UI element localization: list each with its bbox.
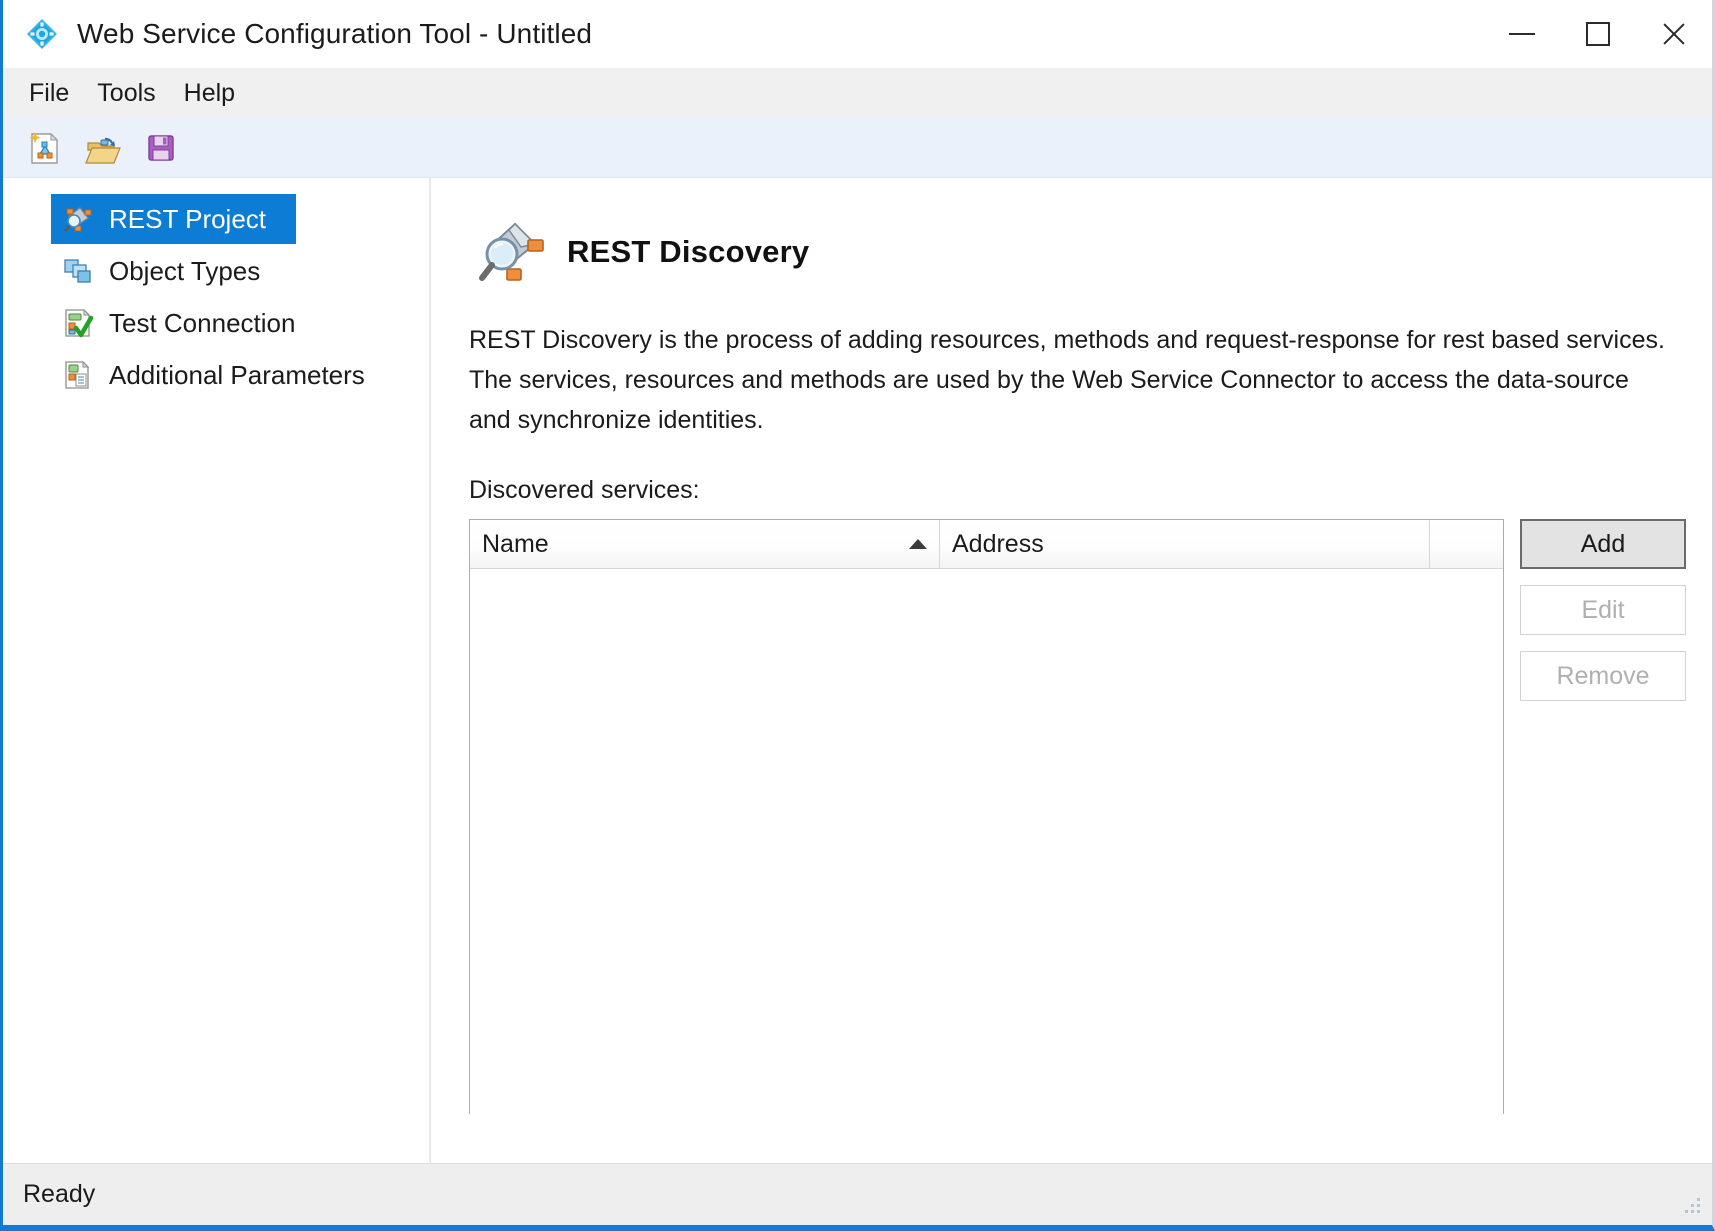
maximize-button[interactable] bbox=[1560, 0, 1636, 68]
sidebar-item-label: Object Types bbox=[109, 255, 261, 286]
sidebar-item-additional-parameters[interactable]: Additional Parameters bbox=[51, 350, 429, 400]
open-folder-icon bbox=[85, 137, 121, 164]
list-body-empty[interactable] bbox=[470, 569, 1503, 1114]
menu-item-file[interactable]: File bbox=[15, 75, 83, 112]
column-header-extra[interactable] bbox=[1430, 520, 1503, 568]
close-icon bbox=[1660, 20, 1688, 48]
page-description: REST Discovery is the process of adding … bbox=[469, 326, 1665, 434]
service-action-buttons: Add Edit Remove bbox=[1520, 519, 1686, 717]
sidebar-item-object-types[interactable]: Object Types bbox=[51, 246, 429, 296]
menu-item-help[interactable]: Help bbox=[170, 75, 249, 112]
remove-button[interactable]: Remove bbox=[1520, 651, 1686, 701]
sidebar-item-label: Test Connection bbox=[109, 307, 296, 338]
sidebar-item-rest-project[interactable]: REST Project bbox=[51, 194, 296, 244]
rest-project-icon bbox=[64, 207, 92, 232]
page-title: REST Discovery bbox=[567, 234, 810, 269]
save-button[interactable] bbox=[135, 124, 187, 172]
menu-bar: File Tools Help bbox=[3, 68, 1712, 118]
new-project-button[interactable] bbox=[19, 124, 71, 172]
sort-ascending-icon bbox=[909, 539, 927, 549]
window-controls bbox=[1484, 0, 1712, 68]
discovered-services-list[interactable]: Name Address bbox=[469, 519, 1504, 1114]
application-window: Web Service Configuration Tool - Untitle… bbox=[0, 0, 1715, 1231]
minimize-button[interactable] bbox=[1484, 0, 1560, 68]
main-body: REST Project Object Types Test Connectio… bbox=[3, 178, 1712, 1163]
sidebar-item-label: REST Project bbox=[109, 203, 267, 234]
additional-parameters-icon bbox=[65, 360, 90, 389]
title-bar: Web Service Configuration Tool - Untitle… bbox=[3, 0, 1712, 68]
rest-discovery-icon bbox=[479, 222, 544, 281]
maximize-icon bbox=[1586, 22, 1610, 46]
save-floppy-icon bbox=[148, 134, 174, 161]
new-project-icon bbox=[29, 131, 59, 164]
column-header-name[interactable]: Name bbox=[470, 520, 940, 568]
page-header: REST Discovery bbox=[475, 214, 1668, 290]
minimize-icon bbox=[1509, 33, 1535, 35]
sidebar-item-test-connection[interactable]: Test Connection bbox=[51, 298, 429, 348]
open-folder-button[interactable] bbox=[77, 124, 129, 172]
test-connection-icon bbox=[65, 308, 94, 338]
column-header-address-label: Address bbox=[952, 529, 1044, 558]
sidebar-navigation: REST Project Object Types Test Connectio… bbox=[3, 178, 431, 1163]
content-pane: REST Discovery REST Discovery is the pro… bbox=[431, 178, 1712, 1163]
edit-button[interactable]: Edit bbox=[1520, 585, 1686, 635]
add-button[interactable]: Add bbox=[1520, 519, 1686, 569]
status-bar: Ready bbox=[3, 1163, 1712, 1225]
object-types-icon bbox=[64, 259, 91, 283]
toolbar bbox=[3, 118, 1712, 178]
sidebar-item-label: Additional Parameters bbox=[109, 359, 365, 390]
column-header-address[interactable]: Address bbox=[940, 520, 1430, 568]
window-title: Web Service Configuration Tool - Untitle… bbox=[77, 18, 593, 49]
menu-item-tools[interactable]: Tools bbox=[83, 75, 169, 112]
close-button[interactable] bbox=[1636, 0, 1712, 68]
diamond-app-icon bbox=[27, 19, 57, 49]
column-header-name-label: Name bbox=[482, 529, 549, 558]
discovered-services-label: Discovered services: bbox=[469, 476, 700, 504]
resize-grip-icon[interactable] bbox=[1678, 1193, 1704, 1219]
status-text: Ready bbox=[23, 1180, 96, 1208]
services-section: Name Address Add Edit Remove bbox=[467, 519, 1686, 1114]
list-header-row: Name Address bbox=[470, 520, 1503, 569]
